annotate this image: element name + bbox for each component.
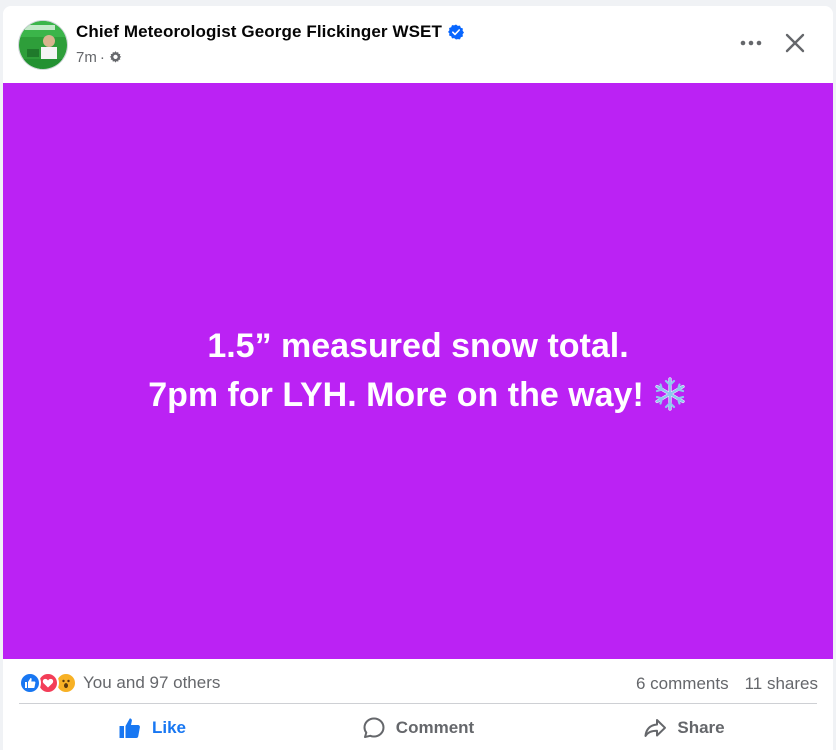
engagement-counts: 6 comments 11 shares — [636, 674, 818, 694]
reactions-summary[interactable]: You and 97 others — [19, 672, 220, 694]
close-icon — [785, 33, 805, 53]
share-button[interactable]: Share — [551, 706, 817, 750]
post-meta: 7m · — [76, 49, 123, 66]
close-button[interactable] — [778, 26, 812, 60]
snowflake-icon — [655, 377, 685, 411]
like-reaction-icon — [19, 672, 41, 694]
share-icon — [644, 719, 667, 737]
comment-icon — [363, 717, 385, 738]
reactions-text: You and 97 others — [83, 673, 221, 692]
author-avatar[interactable] — [18, 20, 68, 70]
like-button[interactable]: Like — [19, 706, 285, 750]
more-options-icon — [740, 40, 762, 46]
like-label: Like — [151, 718, 187, 737]
verified-badge-icon — [447, 24, 464, 40]
shares-count[interactable]: 11 shares — [745, 674, 818, 694]
share-label: Share — [677, 718, 725, 737]
meta-separator: · — [99, 49, 105, 66]
gear-icon[interactable] — [108, 50, 123, 65]
comment-label: Comment — [395, 718, 475, 737]
actions-divider — [19, 703, 817, 704]
post-actions: Like Comment Share — [19, 706, 817, 750]
post-text-background: 1.5” measured snow total. 7pm for LYH. M… — [3, 83, 833, 659]
thumbs-up-icon — [119, 718, 140, 738]
post-card: Chief Meteorologist George Flickinger WS… — [3, 6, 833, 750]
post-stats: You and 97 others 6 comments 11 shares — [3, 662, 833, 704]
post-text-line-1: 1.5” measured snow total. — [207, 327, 629, 365]
author-row: Chief Meteorologist George Flickinger WS… — [76, 22, 464, 42]
author-name[interactable]: Chief Meteorologist George Flickinger WS… — [76, 22, 442, 42]
more-options-button[interactable] — [733, 28, 769, 58]
comments-count[interactable]: 6 comments — [636, 674, 729, 694]
post-header: Chief Meteorologist George Flickinger WS… — [3, 6, 833, 82]
post-text-line-2-wrap: 7pm for LYH. More on the way! — [148, 371, 688, 420]
post-text: 1.5” measured snow total. 7pm for LYH. M… — [148, 322, 688, 420]
post-time[interactable]: 7m — [76, 49, 97, 66]
post-text-line-2: 7pm for LYH. More on the way! — [148, 376, 644, 414]
comment-button[interactable]: Comment — [285, 706, 551, 750]
